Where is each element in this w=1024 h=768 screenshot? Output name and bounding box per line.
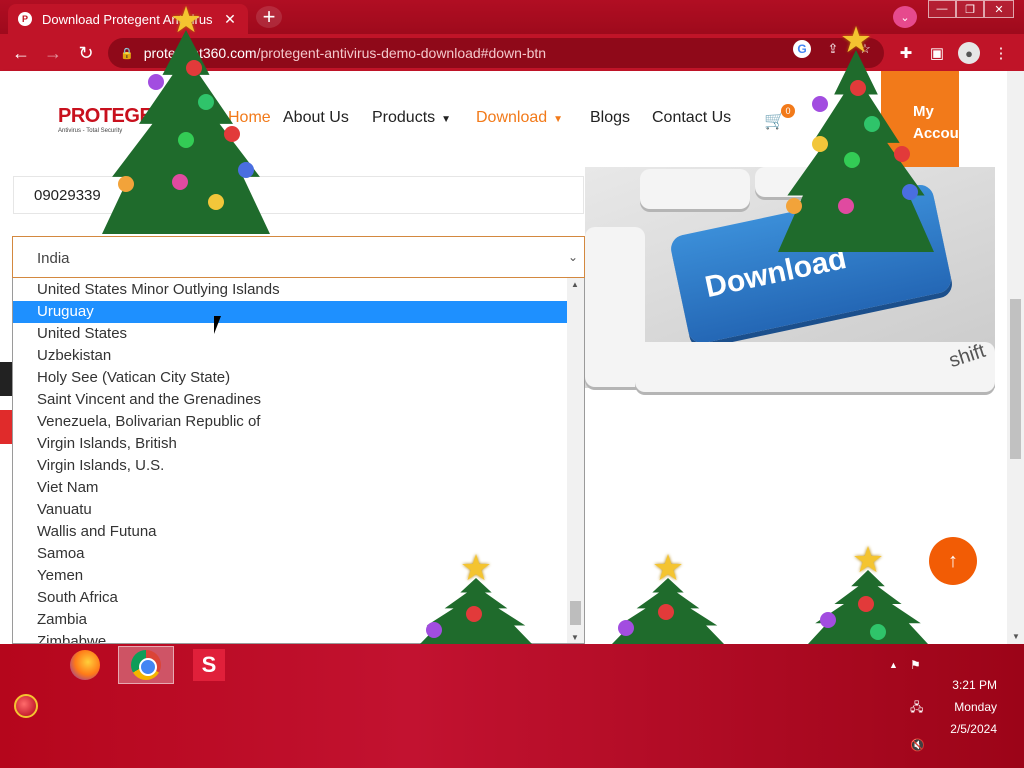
nav-about-us[interactable]: About Us	[283, 109, 349, 127]
chrome-icon	[131, 650, 161, 680]
scroll-up-arrow-icon[interactable]: ▲	[571, 280, 579, 289]
ornament-icon	[838, 198, 854, 214]
ornament-icon	[870, 624, 886, 640]
ornament-icon	[844, 152, 860, 168]
dropdown-option-highlighted[interactable]: Uruguay	[13, 301, 567, 323]
scroll-to-top-button[interactable]: ↑	[929, 537, 977, 585]
ornament-icon	[820, 612, 836, 628]
ornament-icon	[224, 126, 240, 142]
network-icon[interactable]: 🖧	[910, 698, 923, 719]
side-widget-tab[interactable]	[0, 410, 12, 444]
dropdown-option[interactable]: Holy See (Vatican City State)	[13, 367, 567, 389]
ornament-icon	[902, 184, 918, 200]
chevron-down-icon: ⌄	[567, 250, 578, 264]
tray-overflow-chevron-icon[interactable]: ▲	[889, 660, 898, 670]
restore-button[interactable]: ❐	[956, 0, 984, 18]
christmas-tree-decoration: ★	[102, 2, 270, 234]
keyboard-key	[635, 342, 995, 392]
volume-muted-icon[interactable]: 🔇	[910, 738, 925, 752]
dropdown-scrollbar[interactable]: ▲ ▼	[567, 278, 584, 643]
ornament-icon	[238, 162, 254, 178]
christmas-tree-decoration: ★	[778, 22, 934, 252]
dropdown-option[interactable]: Uzbekistan	[13, 345, 567, 367]
ornament-icon	[172, 174, 188, 190]
country-selected-value: India	[37, 250, 70, 267]
dropdown-option[interactable]: Viet Nam	[13, 477, 567, 499]
flag-notification-icon[interactable]: ⚑	[910, 658, 921, 672]
back-arrow-icon[interactable]: ←	[8, 40, 34, 66]
clock-day[interactable]: Monday	[935, 700, 997, 714]
page-scroll-thumb[interactable]	[1010, 299, 1021, 459]
s-app-taskbar-button[interactable]: S	[181, 646, 237, 684]
dropdown-scroll-thumb[interactable]	[570, 601, 581, 625]
country-select[interactable]: India ⌄	[12, 236, 585, 278]
ornament-icon	[858, 596, 874, 612]
windows-taskbar: S ▲ ⚑ 🖧 🔇 3:21 PM Monday 2/5/2024	[0, 644, 1024, 768]
scroll-down-arrow-icon[interactable]: ▼	[571, 633, 579, 642]
ornament-icon	[208, 194, 224, 210]
nav-download-label: Download	[476, 109, 548, 126]
ornament-icon	[148, 74, 164, 90]
protegent-favicon-icon: P	[18, 12, 32, 26]
forward-arrow-icon[interactable]: →	[40, 40, 66, 66]
url-path: /protegent-antivirus-demo-download#down-…	[256, 45, 547, 61]
ornament-icon	[812, 136, 828, 152]
dropdown-option[interactable]: Virgin Islands, U.S.	[13, 455, 567, 477]
chevron-down-icon: ▼	[553, 114, 564, 125]
profile-avatar-icon[interactable]: ●	[958, 42, 980, 64]
ornament-icon	[198, 94, 214, 110]
ornament-icon	[118, 176, 134, 192]
side-widget-tab[interactable]	[0, 362, 12, 396]
ornament-icon	[786, 198, 802, 214]
christmas-tree-decoration: ★	[420, 550, 532, 644]
nav-products-label: Products	[372, 109, 436, 126]
chevron-down-icon: ▼	[441, 114, 452, 125]
ornament-icon	[894, 146, 910, 162]
nav-blogs[interactable]: Blogs	[590, 109, 630, 127]
ornament-icon	[850, 80, 866, 96]
dropdown-option[interactable]: Virgin Islands, British	[13, 433, 567, 455]
dropdown-option[interactable]: Vanuatu	[13, 499, 567, 521]
keyboard-key	[640, 169, 750, 209]
clock-time[interactable]: 3:21 PM	[935, 678, 997, 692]
christmas-tree-decoration: ★	[808, 542, 928, 644]
firefox-taskbar-button[interactable]	[57, 646, 113, 684]
ornament-icon	[618, 620, 634, 636]
firefox-icon	[70, 650, 100, 680]
ornament-icon	[186, 60, 202, 76]
mouse-pointer-icon	[214, 316, 221, 334]
ornament-icon	[658, 604, 674, 620]
christmas-tree-decoration: ★	[612, 550, 724, 644]
dropdown-option[interactable]: Venezuela, Bolivarian Republic of	[13, 411, 567, 433]
s-app-icon: S	[193, 649, 225, 681]
ornament-icon	[426, 622, 442, 638]
dropdown-option[interactable]: Wallis and Futuna	[13, 521, 567, 543]
ornament-icon	[812, 96, 828, 112]
ornament-icon	[14, 694, 38, 718]
close-window-button[interactable]: ✕	[984, 0, 1014, 18]
ornament-icon	[864, 116, 880, 132]
ornament-icon	[178, 132, 194, 148]
chrome-taskbar-button[interactable]	[118, 646, 174, 684]
nav-download[interactable]: Download ▼	[476, 109, 563, 127]
clock-date[interactable]: 2/5/2024	[935, 722, 997, 736]
chrome-menu-icon[interactable]: ⋮	[990, 42, 1012, 64]
dropdown-option[interactable]: United States	[13, 323, 567, 345]
phone-input[interactable]: 09029339	[13, 176, 584, 214]
minimize-button[interactable]: —	[928, 0, 956, 18]
dropdown-option[interactable]: Saint Vincent and the Grenadines	[13, 389, 567, 411]
dropdown-option[interactable]: United States Minor Outlying Islands	[13, 279, 567, 301]
nav-contact-us[interactable]: Contact Us	[652, 109, 731, 127]
page-scrollbar[interactable]: ▼	[1007, 71, 1024, 644]
reload-icon[interactable]: ↻	[73, 40, 99, 66]
scroll-down-arrow-icon[interactable]: ▼	[1012, 632, 1020, 641]
nav-products[interactable]: Products ▼	[372, 109, 451, 127]
ornament-icon	[466, 606, 482, 622]
